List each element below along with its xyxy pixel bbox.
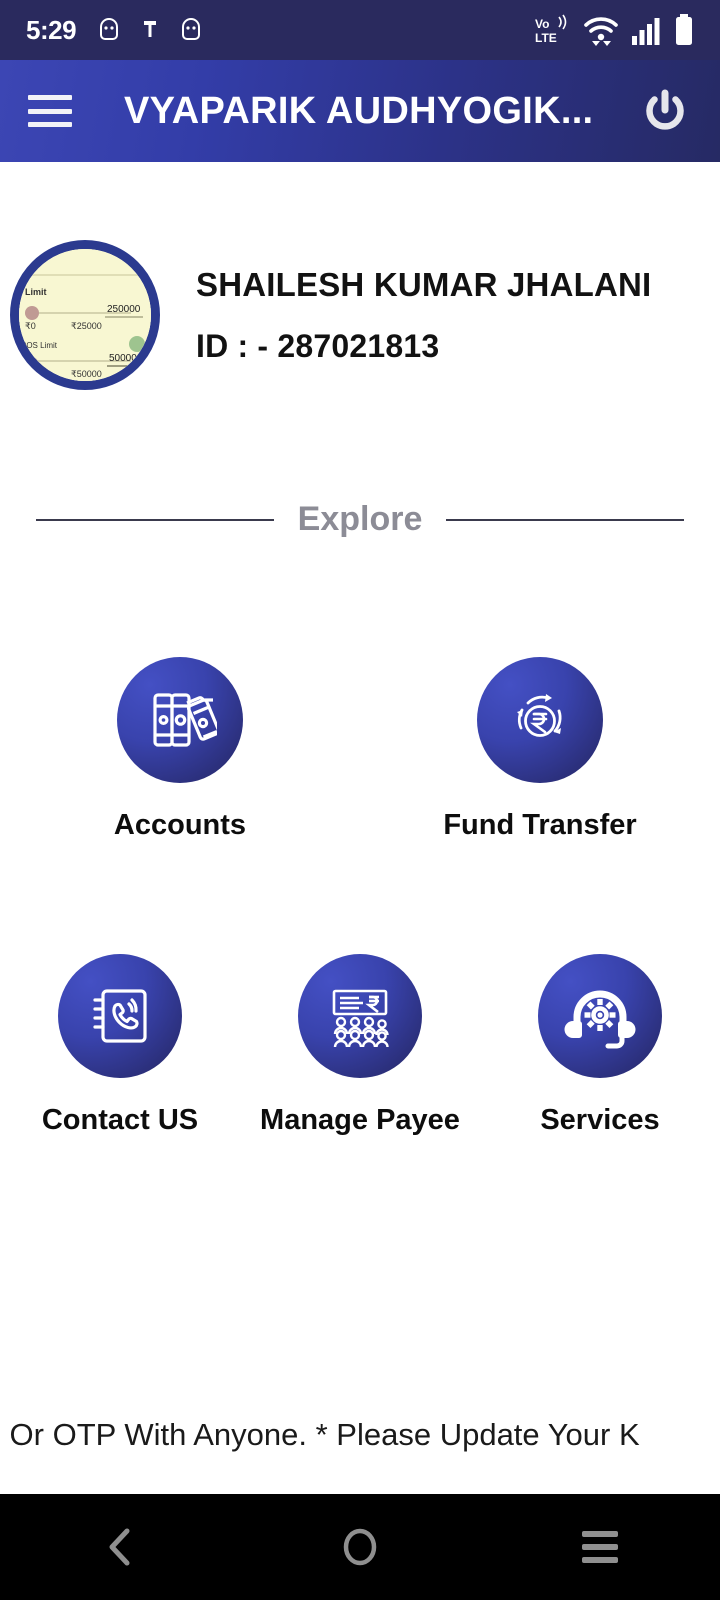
svg-text:Limit: Limit xyxy=(25,287,47,297)
notice-marquee: redential Or OTP With Anyone. * Please U… xyxy=(0,1376,720,1494)
profile-section: Limit 250000 ₹0 ₹25000 POS Limit 50000 ₹… xyxy=(0,162,720,390)
payee-cheque-people-icon xyxy=(332,989,389,1048)
tile-contact-us-label: Contact US xyxy=(41,1104,199,1136)
phone-screen: 5:29 Vo LTE VYAPARIK AUDHYOGIK... Limit … xyxy=(0,0,720,1600)
svg-text:Vo: Vo xyxy=(535,17,549,31)
svg-text:₹0: ₹0 xyxy=(25,321,36,331)
tile-row-2: Contact US Manage Payee Services xyxy=(0,954,720,1137)
tile-services-label: Services xyxy=(540,1104,660,1136)
tile-accounts-label: Accounts xyxy=(113,809,247,841)
svg-text:₹25000: ₹25000 xyxy=(71,321,102,331)
status-bar: 5:29 Vo LTE xyxy=(0,0,720,60)
svg-text:250000: 250000 xyxy=(107,304,141,315)
tile-row-1: Accounts Fund Transfer xyxy=(0,657,720,842)
profile-id: ID : - 287021813 xyxy=(196,327,440,364)
tile-accounts-circle xyxy=(117,657,243,783)
pin-icon xyxy=(142,17,158,43)
tile-fund-transfer-circle xyxy=(477,657,603,783)
wifi-icon xyxy=(584,14,618,46)
app-bar: VYAPARIK AUDHYOGIK... xyxy=(0,60,720,162)
svg-text:50000: 50000 xyxy=(109,353,137,364)
avatar[interactable]: Limit 250000 ₹0 ₹25000 POS Limit 50000 ₹… xyxy=(10,240,160,390)
page-title: VYAPARIK AUDHYOGIK... xyxy=(124,89,594,132)
explore-divider: Explore xyxy=(0,500,720,539)
tile-manage-payee[interactable]: Manage Payee xyxy=(240,954,480,1137)
tile-services-circle xyxy=(538,954,662,1078)
android-notification-icon xyxy=(98,17,120,43)
android-nav-bar xyxy=(0,1494,720,1600)
ledger-books-icon xyxy=(153,693,217,747)
svg-text:LTE: LTE xyxy=(535,31,557,45)
tile-fund-transfer[interactable]: Fund Transfer xyxy=(360,657,720,842)
svg-text:₹50000: ₹50000 xyxy=(71,369,102,379)
divider-line-right xyxy=(446,518,684,521)
divider-line-left xyxy=(36,518,274,521)
headset-gear-icon xyxy=(564,990,636,1049)
tile-accounts[interactable]: Accounts xyxy=(0,657,360,842)
battery-full-icon xyxy=(674,14,694,46)
hamburger-menu-icon[interactable] xyxy=(28,95,72,127)
status-bar-left: 5:29 xyxy=(26,15,202,46)
status-bar-right: Vo LTE xyxy=(535,14,694,46)
phone-book-icon xyxy=(93,989,147,1043)
explore-grid: Accounts Fund Transfer Contact US Manage… xyxy=(0,539,720,1376)
rupee-transfer-icon xyxy=(517,694,562,737)
tile-contact-us-circle xyxy=(58,954,182,1078)
profile-name: SHAILESH KUMAR JHALANI xyxy=(196,265,652,303)
power-logout-icon[interactable] xyxy=(638,84,692,138)
notice-marquee-text: redential Or OTP With Anyone. * Please U… xyxy=(0,1417,640,1452)
home-circle-icon[interactable] xyxy=(240,1523,480,1571)
tile-fund-transfer-label: Fund Transfer xyxy=(443,809,637,841)
user-avatar-image: Limit 250000 ₹0 ₹25000 POS Limit 50000 ₹… xyxy=(19,249,151,381)
status-bar-clock: 5:29 xyxy=(26,14,77,45)
svg-text:POS Limit: POS Limit xyxy=(21,341,58,350)
tile-manage-payee-label: Manage Payee xyxy=(260,1104,460,1136)
recents-menu-icon[interactable] xyxy=(480,1531,720,1563)
back-chevron-icon[interactable] xyxy=(0,1525,240,1569)
volte-icon: Vo LTE xyxy=(535,14,571,46)
tile-services[interactable]: Services xyxy=(480,954,720,1137)
android-notification-icon xyxy=(180,17,202,43)
signal-bars-icon xyxy=(631,16,661,46)
explore-label: Explore xyxy=(297,500,423,538)
profile-details: SHAILESH KUMAR JHALANI ID : - 287021813 xyxy=(196,266,651,365)
tile-contact-us[interactable]: Contact US xyxy=(0,954,240,1137)
tile-manage-payee-circle xyxy=(298,954,422,1078)
